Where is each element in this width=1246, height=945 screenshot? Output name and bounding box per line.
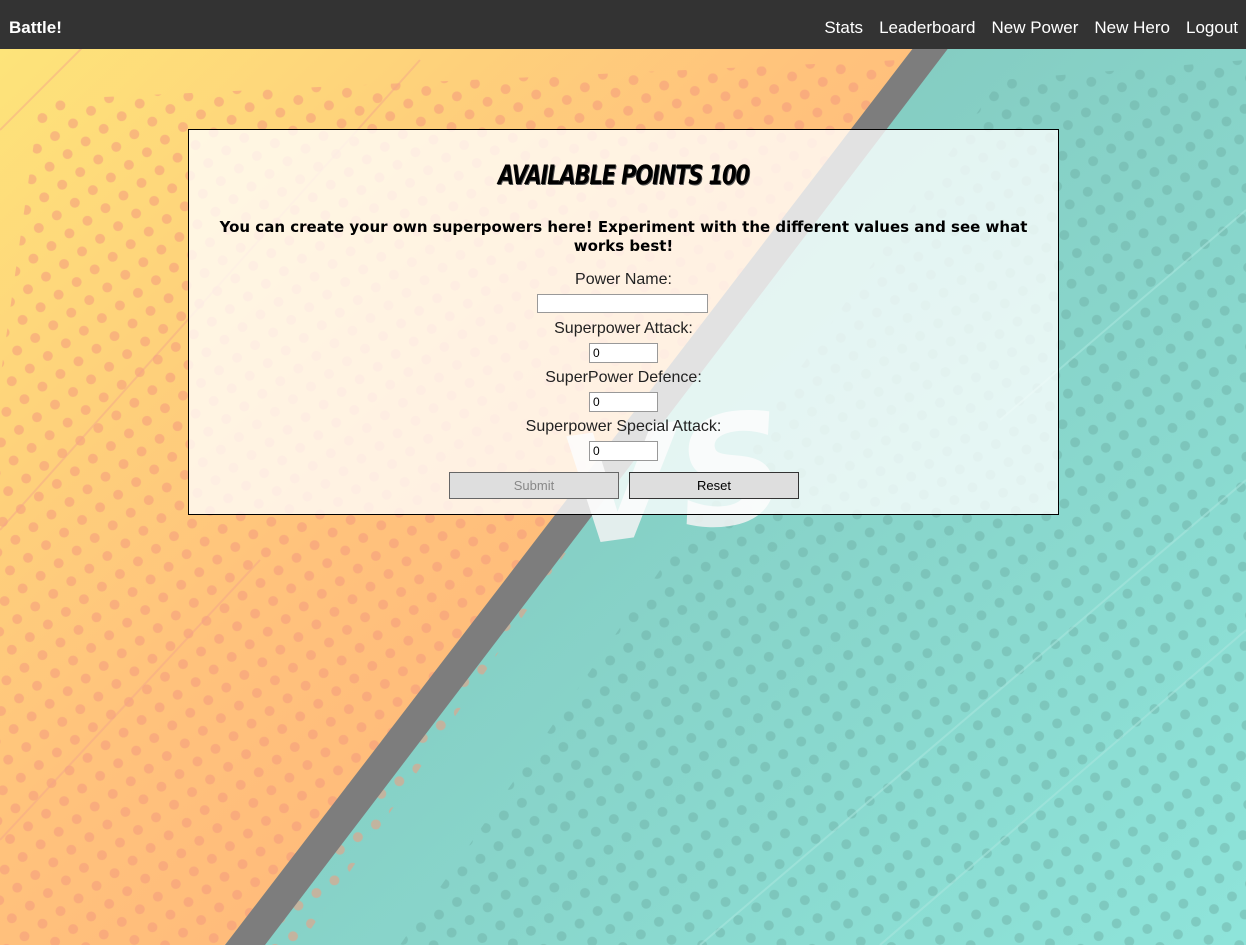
special-attack-label: Superpower Special Attack: <box>525 418 722 435</box>
defence-label: SuperPower Defence: <box>545 369 702 386</box>
reset-button[interactable]: Reset <box>629 472 799 499</box>
nav-link-new-hero[interactable]: New Hero <box>1094 18 1170 38</box>
defence-input[interactable] <box>589 392 658 412</box>
power-name-label: Power Name: <box>575 271 672 288</box>
attack-label: Superpower Attack: <box>554 320 693 337</box>
power-name-input[interactable] <box>537 294 708 313</box>
nav-link-logout[interactable]: Logout <box>1186 18 1238 38</box>
special-attack-input[interactable] <box>589 441 658 461</box>
available-points-title: Available Points 100 <box>497 160 750 191</box>
nav-link-new-power[interactable]: New Power <box>991 18 1078 38</box>
submit-button[interactable]: Submit <box>449 472 619 499</box>
top-navbar: Battle! Stats Leaderboard New Power New … <box>0 0 1246 49</box>
new-power-form: Available Points 100 You can create your… <box>188 129 1059 515</box>
brand-link[interactable]: Battle! <box>9 18 62 38</box>
intro-text: You can create your own superpowers here… <box>219 218 1028 255</box>
nav-link-leaderboard[interactable]: Leaderboard <box>879 18 975 38</box>
nav-links: Stats Leaderboard New Power New Hero Log… <box>824 18 1238 38</box>
attack-input[interactable] <box>589 343 658 363</box>
nav-link-stats[interactable]: Stats <box>824 18 863 38</box>
